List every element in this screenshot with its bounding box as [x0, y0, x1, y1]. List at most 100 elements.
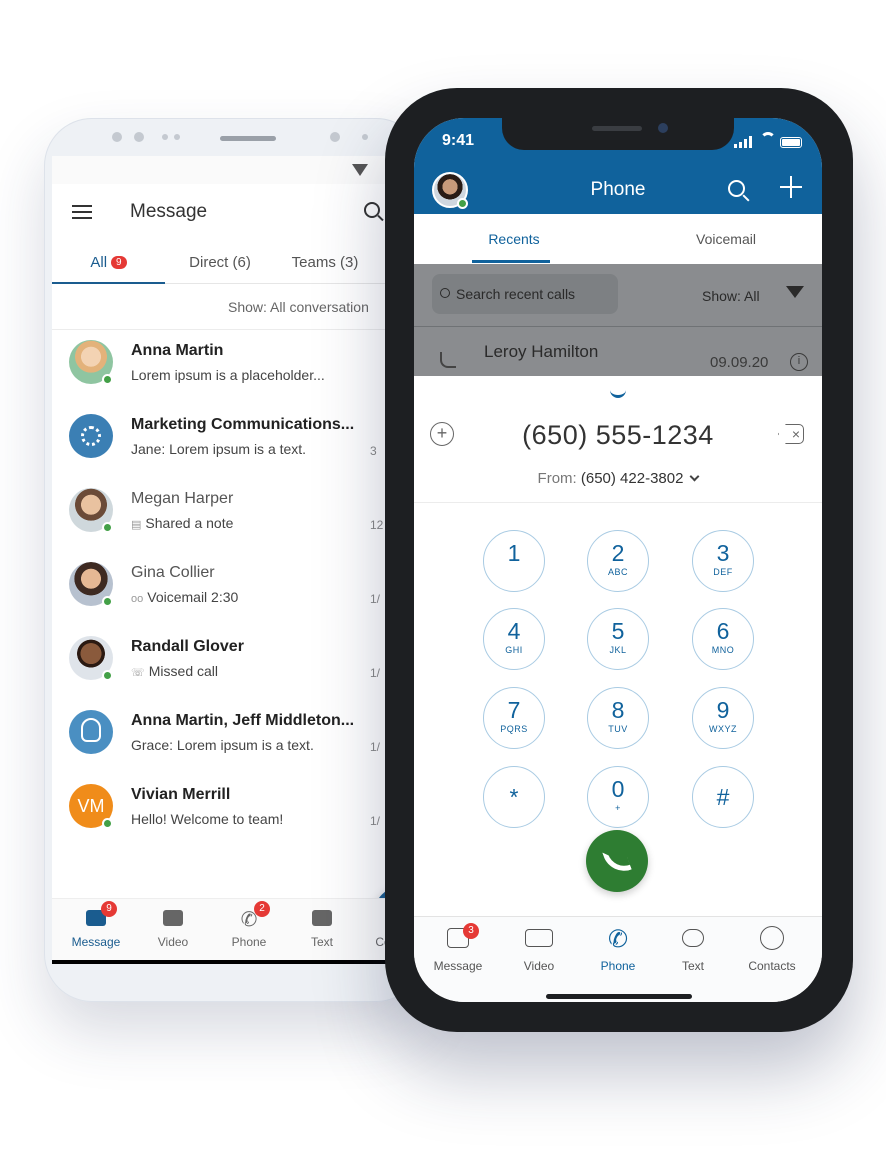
- collapse-chevron-icon[interactable]: [610, 390, 626, 398]
- list-item[interactable]: Megan Harper ▤ Shared a note 12: [52, 478, 424, 552]
- info-icon[interactable]: i: [790, 353, 808, 371]
- video-icon: [525, 929, 553, 947]
- tab-text[interactable]: Text: [658, 925, 728, 973]
- battery-icon: [780, 137, 802, 148]
- voicemail-icon: oo: [131, 593, 144, 605]
- dial-key-6[interactable]: 6 MNO: [692, 608, 754, 670]
- key-digit: 9: [716, 697, 730, 723]
- conversation-preview: Shared a note: [145, 515, 234, 531]
- android-phone: Message All 9 Direct (6) Teams (3) Show: …: [44, 118, 424, 1002]
- list-item[interactable]: VM Vivian Merrill Hello! Welcome to team…: [52, 774, 424, 848]
- wifi-icon: [760, 132, 776, 148]
- tab-label: All: [90, 254, 108, 271]
- conversation-name: Gina Collier: [131, 564, 215, 581]
- dial-key-hash[interactable]: #: [692, 766, 754, 828]
- tab-recents[interactable]: Recents: [414, 231, 614, 247]
- sensor-dot: [162, 134, 168, 140]
- backspace-x-icon: ×: [791, 426, 801, 442]
- list-item[interactable]: Anna Martin Lorem ipsum is a placeholder…: [52, 330, 424, 404]
- key-letters: TUV: [608, 724, 628, 734]
- bottom-nav: 9 Message Video ✆ 2 Phone Text Co: [52, 898, 424, 960]
- tab-label: Phone: [600, 959, 636, 973]
- list-item[interactable]: Gina Collier oo Voicemail 2:30 1/: [52, 552, 424, 626]
- recents-panel-dimmed: Search recent calls Show: All Leroy Hami…: [414, 264, 822, 376]
- dial-key-7[interactable]: 7 PQRS: [483, 687, 545, 749]
- tab-all[interactable]: All 9: [52, 240, 165, 283]
- dial-key-8[interactable]: 8 TUV: [587, 687, 649, 749]
- menu-icon[interactable]: [72, 205, 92, 219]
- call-button[interactable]: [586, 830, 648, 892]
- conversation-name: Randall Glover: [131, 638, 244, 655]
- nav-badge: 9: [101, 901, 117, 917]
- recents-filter[interactable]: Show: All: [702, 288, 760, 304]
- dialed-number[interactable]: (650) 555-1234: [414, 420, 822, 451]
- conversation-name: Vivian Merrill: [131, 786, 231, 803]
- dial-key-4[interactable]: 4 GHI: [483, 608, 545, 670]
- add-icon[interactable]: [780, 176, 802, 198]
- search-input[interactable]: Search recent calls: [432, 274, 618, 314]
- filter-icon[interactable]: [786, 286, 804, 298]
- dial-key-3[interactable]: 3 DEF: [692, 530, 754, 592]
- nav-message[interactable]: 9 Message: [61, 901, 131, 949]
- key-letters: MNO: [711, 645, 735, 655]
- earpiece-speaker: [220, 136, 276, 141]
- sensor-dot: [362, 134, 368, 140]
- key-letters: JKL: [609, 645, 627, 655]
- tab-message[interactable]: 3 Message: [423, 923, 493, 973]
- nav-video[interactable]: Video: [138, 907, 208, 949]
- presence-indicator: [102, 670, 113, 681]
- home-indicator[interactable]: [546, 994, 692, 999]
- conversation-tabs: All 9 Direct (6) Teams (3): [52, 240, 424, 284]
- dial-key-5[interactable]: 5 JKL: [587, 608, 649, 670]
- conversation-preview: Jane: Lorem ipsum is a text.: [131, 441, 307, 457]
- tab-contacts[interactable]: Contacts: [737, 925, 807, 973]
- tab-badge: 3: [463, 923, 479, 939]
- tab-teams[interactable]: Teams (3): [275, 240, 375, 283]
- dial-key-9[interactable]: 9 WXYZ: [692, 687, 754, 749]
- list-item[interactable]: Anna Martin, Jeff Middleton... Grace: Lo…: [52, 700, 424, 774]
- caller-id-selector[interactable]: From: (650) 422-3802: [414, 470, 822, 487]
- page-title: Phone: [590, 179, 646, 200]
- key-digit: 6: [716, 618, 730, 644]
- tab-label: Text: [681, 959, 704, 973]
- note-icon: ▤: [131, 519, 142, 531]
- tab-video[interactable]: Video: [504, 925, 574, 973]
- dial-key-0[interactable]: 0 +: [587, 766, 649, 828]
- key-digit: 2: [611, 540, 625, 566]
- key-letters: GHI: [505, 645, 523, 655]
- dial-key-2[interactable]: 2 ABC: [587, 530, 649, 592]
- tab-direct[interactable]: Direct (6): [165, 240, 275, 283]
- key-digit: *: [509, 784, 519, 810]
- group-avatar: [69, 710, 113, 754]
- nav-phone[interactable]: ✆ 2 Phone: [214, 901, 284, 949]
- from-number: (650) 422-3802: [580, 470, 684, 487]
- nav-label: Phone: [231, 935, 267, 949]
- nav-text[interactable]: Text: [287, 907, 357, 949]
- from-label: From:: [537, 470, 577, 487]
- presence-indicator: [102, 596, 113, 607]
- tab-voicemail[interactable]: Voicemail: [626, 231, 822, 247]
- conversation-name: Anna Martin: [131, 342, 224, 359]
- android-screen: Message All 9 Direct (6) Teams (3) Show: …: [52, 156, 424, 964]
- search-icon: [440, 288, 450, 298]
- tab-phone[interactable]: ✆ Phone: [583, 925, 653, 973]
- search-icon[interactable]: [364, 202, 380, 218]
- iphone-screen: 9:41 Phone Recents Voicemail Search rece…: [414, 118, 822, 1002]
- conversation-filter[interactable]: Show: All conversation: [52, 284, 424, 330]
- list-item[interactable]: Marketing Communications... Jane: Lorem …: [52, 404, 424, 478]
- nav-label: Video: [157, 935, 189, 949]
- key-digit: 7: [507, 697, 521, 723]
- conversation-time: 1/: [370, 814, 381, 828]
- list-item[interactable]: Randall Glover ☏ Missed call 1/: [52, 626, 424, 700]
- divider: [414, 326, 822, 327]
- search-placeholder: Search recent calls: [456, 286, 576, 302]
- dial-key-1[interactable]: 1: [483, 530, 545, 592]
- key-digit: 8: [611, 697, 625, 723]
- search-icon[interactable]: [728, 180, 745, 197]
- recent-call-name[interactable]: Leroy Hamilton: [484, 342, 598, 362]
- dial-key-star[interactable]: *: [483, 766, 545, 828]
- key-letters: ABC: [607, 567, 628, 577]
- nav-label: Text: [310, 935, 333, 949]
- conversation-preview: Grace: Lorem ipsum is a text.: [131, 737, 314, 753]
- tab-label: Message: [433, 959, 483, 973]
